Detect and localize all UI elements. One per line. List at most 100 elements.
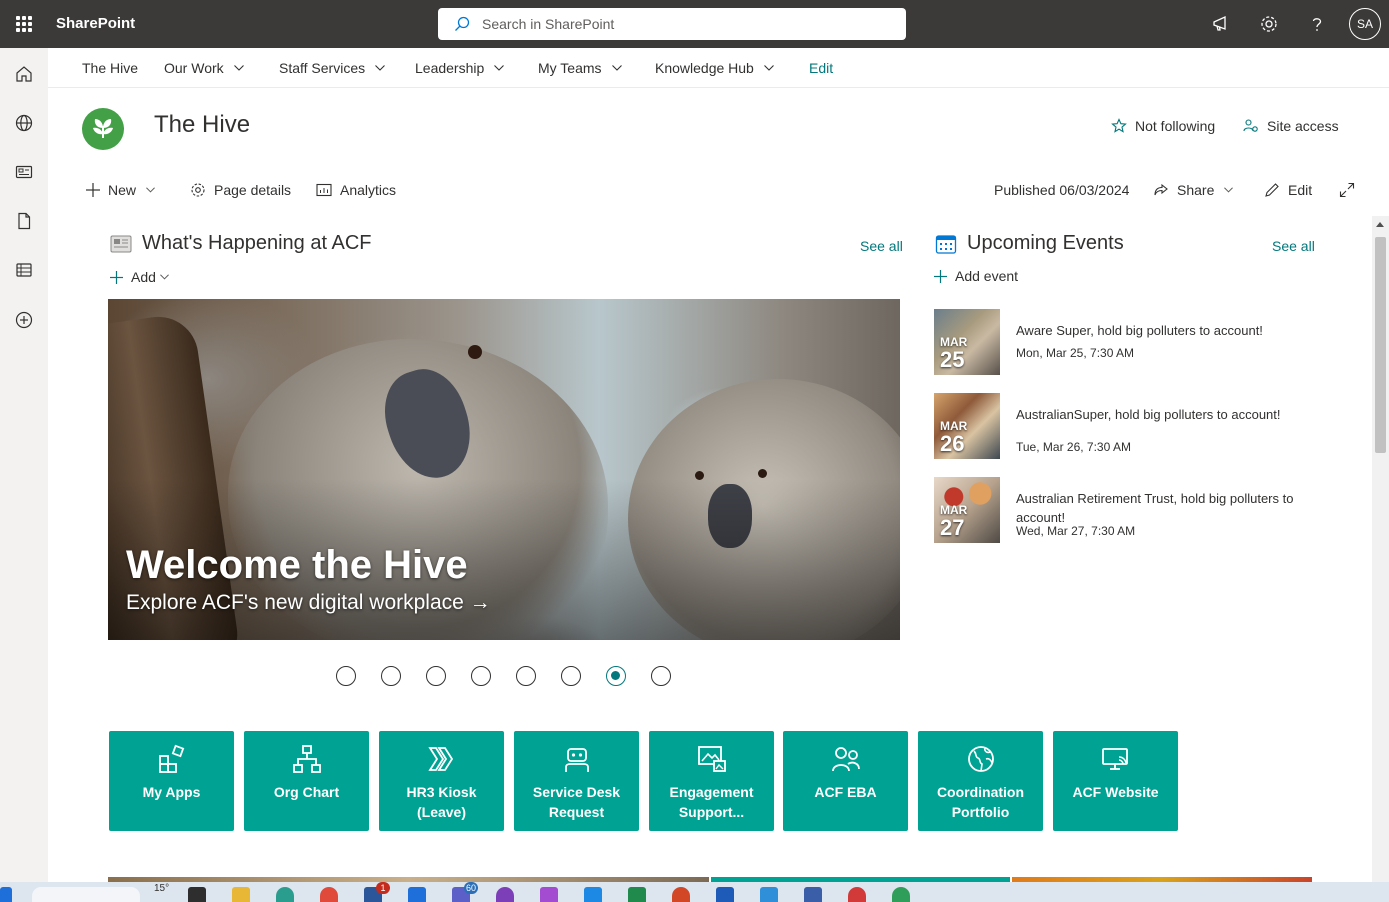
file-icon[interactable] (12, 209, 36, 233)
carousel-dot[interactable] (516, 666, 536, 686)
vscode-icon[interactable] (760, 887, 778, 902)
nav-item-my-teams[interactable]: My Teams (538, 60, 622, 76)
add-icon (86, 183, 100, 197)
search-box[interactable] (438, 8, 906, 40)
file-explorer-icon[interactable] (232, 887, 250, 902)
quick-link-my-apps[interactable]: My Apps (109, 731, 234, 831)
carousel-dot[interactable] (381, 666, 401, 686)
nav-item-the-hive[interactable]: The Hive (82, 60, 138, 76)
edge-icon[interactable] (276, 887, 294, 902)
site-access-button[interactable]: Site access (1243, 118, 1339, 134)
event-item[interactable]: MAR 26 AustralianSuper, hold big pollute… (934, 393, 1314, 459)
site-title: The Hive (154, 111, 251, 138)
event-item[interactable]: MAR 25 Aware Super, hold big polluters t… (934, 309, 1314, 375)
expand-icon[interactable] (1339, 182, 1363, 198)
app-icon[interactable] (584, 887, 602, 902)
list-icon[interactable] (12, 258, 36, 282)
news-icon[interactable] (12, 160, 36, 184)
event-day: 27 (940, 515, 965, 540)
event-time: Tue, Mar 26, 7:30 AM (1016, 440, 1131, 454)
add-event-button[interactable]: Add event (934, 268, 1018, 284)
event-time: Wed, Mar 27, 7:30 AM (1016, 524, 1136, 538)
nav-item-knowledge-hub[interactable]: Knowledge Hub (655, 60, 774, 76)
carousel-dot[interactable] (651, 666, 671, 686)
carousel-dot[interactable] (471, 666, 491, 686)
app-icon[interactable] (848, 887, 866, 902)
taskbar-search-icon[interactable] (32, 887, 140, 902)
excel-icon[interactable] (628, 887, 646, 902)
carousel-dot[interactable] (561, 666, 581, 686)
site-logo[interactable] (82, 108, 124, 150)
page-details-label: Page details (214, 182, 292, 198)
start-icon[interactable] (0, 887, 12, 902)
quick-link-coordination-portfolio[interactable]: Coordination Portfolio (918, 731, 1043, 831)
gear-icon (191, 183, 205, 197)
carousel-dot-active[interactable] (606, 666, 626, 686)
event-title[interactable]: AustralianSuper, hold big polluters to a… (1016, 405, 1316, 424)
hero-subtitle[interactable]: Explore ACF's new digital workplace → (126, 591, 491, 615)
hero-title[interactable]: Welcome the Hive (126, 543, 468, 588)
nav-item-staff-services[interactable]: Staff Services (279, 60, 386, 76)
share-button[interactable]: Share (1153, 182, 1234, 198)
tile-label: ACF EBA (814, 784, 877, 800)
app-icon[interactable] (804, 887, 822, 902)
carousel-dot[interactable] (426, 666, 446, 686)
nav-item-our-work[interactable]: Our Work (164, 60, 244, 76)
os-taskbar: 15° 1 60 (0, 882, 1389, 902)
quick-link-acf-eba[interactable]: ACF EBA (783, 731, 908, 831)
chevron-down-icon (1224, 187, 1234, 193)
event-day: 26 (940, 431, 965, 456)
user-avatar[interactable]: SA (1349, 8, 1381, 40)
event-item[interactable]: MAR 27 Australian Retirement Trust, hold… (934, 477, 1314, 543)
nav-item-leadership[interactable]: Leadership (415, 60, 505, 76)
published-status: Published 06/03/2024 (994, 182, 1130, 198)
store-icon[interactable] (408, 887, 426, 902)
event-title[interactable]: Australian Retirement Trust, hold big po… (1016, 489, 1316, 527)
quick-link-hr3-kiosk[interactable]: HR3 Kiosk (Leave) (379, 731, 504, 831)
gear-icon[interactable] (1257, 12, 1281, 36)
page-details-button[interactable]: Page details (190, 182, 291, 198)
edit-button[interactable]: Edit (1264, 182, 1312, 198)
globe-icon[interactable] (12, 111, 36, 135)
apps-icon (154, 741, 189, 776)
quick-link-engagement-support[interactable]: Engagement Support... (649, 731, 774, 831)
app-icon[interactable] (540, 887, 558, 902)
share-label: Share (1177, 182, 1215, 198)
chrome-icon[interactable] (320, 887, 338, 902)
app-icon[interactable] (892, 887, 910, 902)
task-view-icon[interactable] (188, 887, 206, 902)
nav-item-label: Knowledge Hub (655, 60, 754, 76)
tile-label: HR3 Kiosk (Leave) (406, 784, 477, 820)
powerpoint-icon[interactable] (672, 887, 690, 902)
scroll-up-arrow[interactable] (1376, 222, 1384, 227)
hero-koala-baby-eye (758, 469, 767, 478)
add-circle-icon[interactable] (12, 308, 36, 332)
new-label: New (108, 182, 137, 198)
news-add-button[interactable]: Add (110, 269, 177, 285)
carousel-dot[interactable] (336, 666, 356, 686)
app-launcher-icon[interactable] (0, 0, 48, 48)
events-see-all-link[interactable]: See all (1272, 238, 1315, 254)
nav-item-label: Staff Services (279, 60, 366, 76)
event-title[interactable]: Aware Super, hold big polluters to accou… (1016, 321, 1316, 340)
news-hero-card[interactable]: Welcome the Hive Explore ACF's new digit… (108, 299, 900, 640)
new-button[interactable]: New (86, 182, 155, 198)
nav-edit-link[interactable]: Edit (809, 60, 833, 76)
onenote-icon[interactable] (496, 887, 514, 902)
follow-button[interactable]: Not following (1111, 118, 1215, 134)
chevron-down-icon (233, 65, 244, 71)
scroll-thumb[interactable] (1375, 237, 1386, 453)
home-icon[interactable] (12, 62, 36, 86)
megaphone-icon[interactable] (1209, 12, 1233, 36)
quick-link-org-chart[interactable]: Org Chart (244, 731, 369, 831)
news-see-all-link[interactable]: See all (860, 238, 903, 254)
word-icon[interactable] (716, 887, 734, 902)
help-icon[interactable] (1305, 12, 1329, 36)
search-input[interactable] (482, 16, 882, 32)
quick-link-service-desk[interactable]: Service Desk Request (514, 731, 639, 831)
analytics-button[interactable]: Analytics (316, 182, 396, 198)
quick-link-acf-website[interactable]: ACF Website (1053, 731, 1178, 831)
notification-badge: 60 (464, 882, 479, 894)
app-name[interactable]: SharePoint (56, 15, 135, 32)
tile-label: ACF Website (1072, 784, 1159, 800)
